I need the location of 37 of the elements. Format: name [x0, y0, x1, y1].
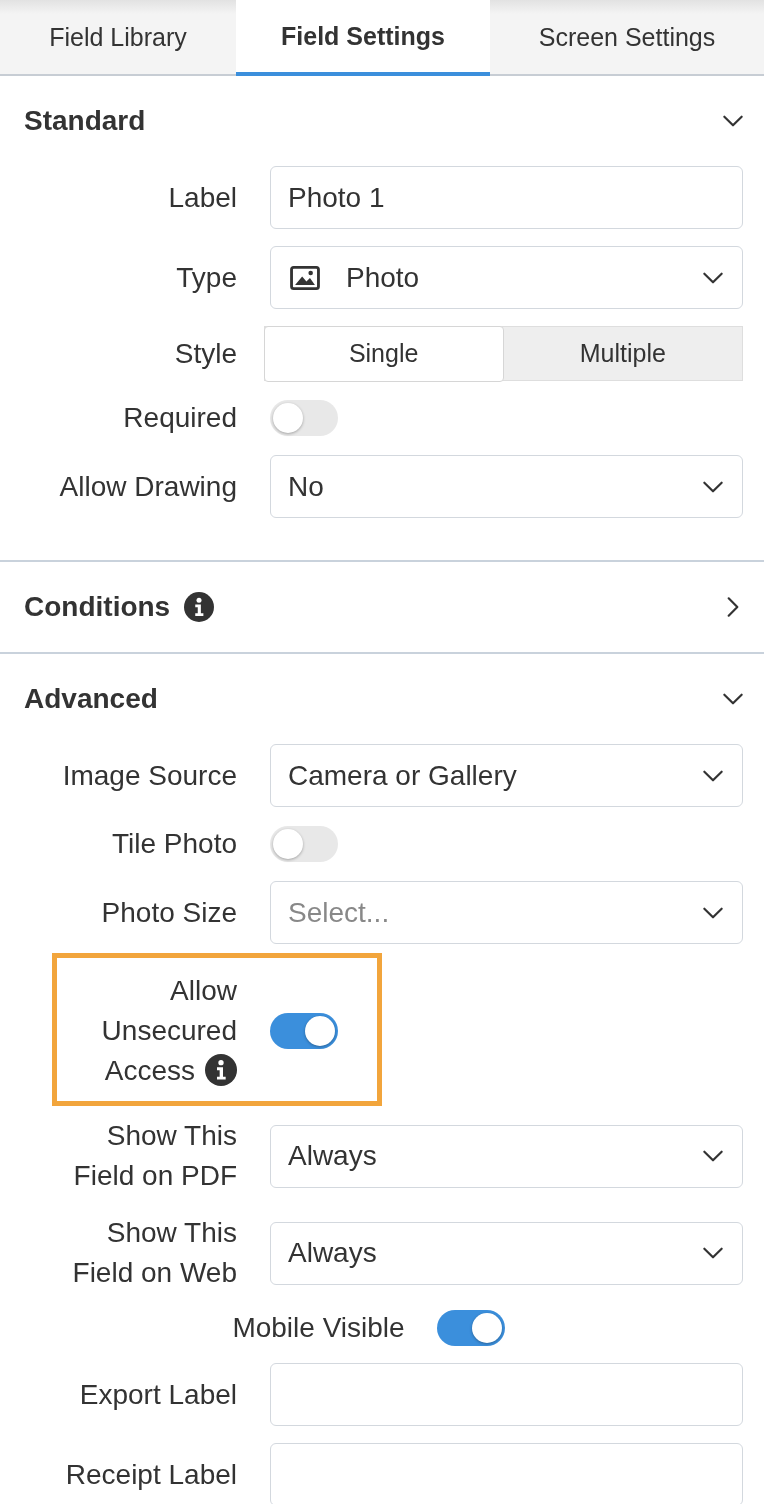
field-label: Label — [168, 180, 237, 215]
dropdown[interactable]: Always — [270, 1221, 743, 1285]
toggle-switch[interactable] — [270, 826, 338, 862]
section-title: Standard — [24, 105, 146, 137]
section-title: Advanced — [24, 683, 158, 715]
tab[interactable]: Field Library — [0, 0, 236, 74]
field-label: Show This Field on Web — [72, 1216, 237, 1290]
dropdown[interactable]: Always — [270, 1124, 743, 1188]
toggle-switch[interactable] — [270, 1013, 338, 1049]
dropdown[interactable]: Photo — [270, 246, 743, 309]
segment-option[interactable]: Multiple — [503, 327, 742, 380]
field-label: Tile Photo — [111, 827, 237, 861]
field-label: Receipt Label — [65, 1457, 237, 1492]
field-label: Style — [174, 336, 237, 371]
dropdown[interactable]: Select... — [270, 881, 743, 944]
toggle-switch[interactable] — [436, 1310, 505, 1346]
field-label: Image Source — [62, 758, 237, 793]
field-label: Allow Unsecured Access — [101, 974, 237, 1088]
field-label: Show This Field on PDF — [73, 1119, 237, 1193]
text-field[interactable] — [270, 1363, 743, 1426]
section-title: Conditions — [24, 591, 171, 623]
section-header[interactable]: Standard — [0, 76, 764, 166]
field-label: Export Label — [79, 1377, 237, 1412]
section-header[interactable]: Advanced — [0, 654, 764, 744]
text-field[interactable]: Photo 1 — [270, 166, 743, 229]
field-label: Type — [176, 260, 237, 295]
toggle-switch[interactable] — [270, 400, 338, 436]
field-label: Photo Size — [101, 895, 237, 930]
segment-option[interactable]: Single — [263, 325, 504, 382]
tab[interactable]: Screen Settings — [490, 0, 764, 74]
tab[interactable]: Field Settings — [236, 0, 490, 76]
field-label: Mobile Visible — [232, 1312, 405, 1344]
dropdown[interactable]: No — [270, 455, 743, 518]
dropdown[interactable]: Camera or Gallery — [270, 744, 743, 807]
field-label: Allow Drawing — [59, 469, 237, 504]
section-header[interactable]: Conditions — [0, 562, 764, 652]
field-label: Required — [123, 401, 237, 435]
